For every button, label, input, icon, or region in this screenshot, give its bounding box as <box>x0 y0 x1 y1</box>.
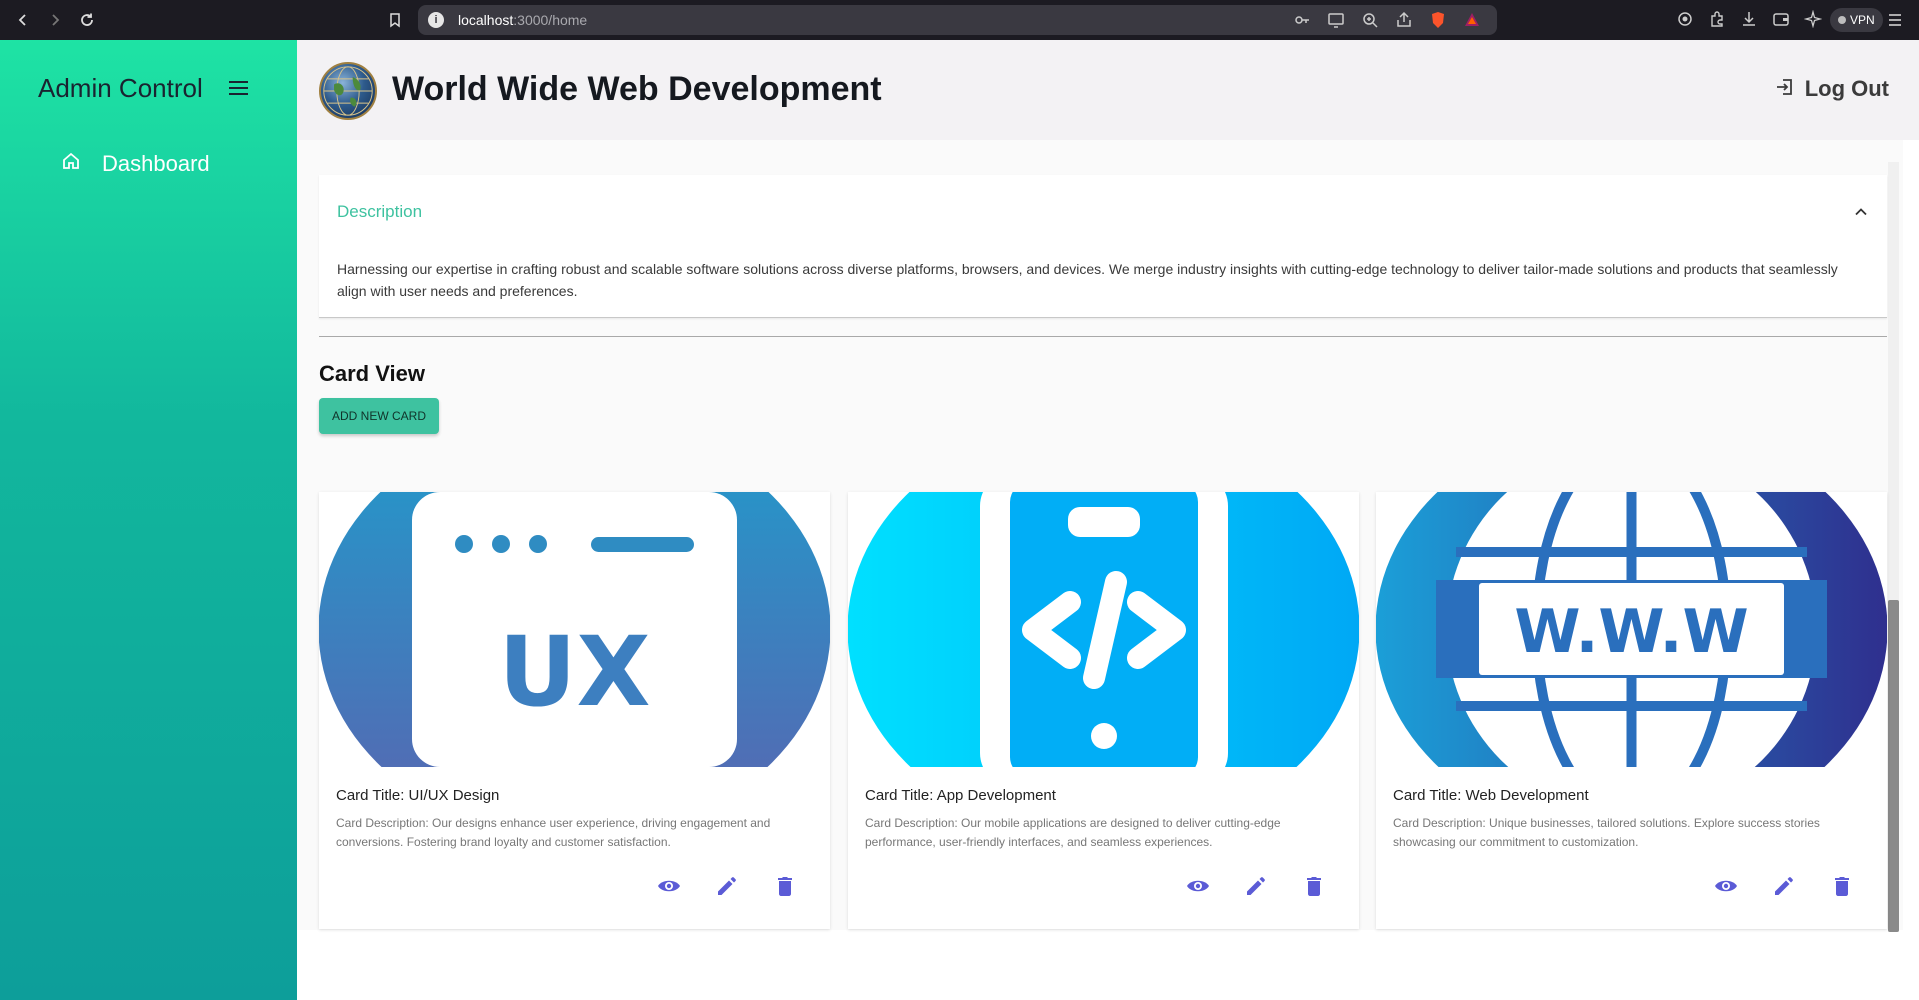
description-text: Harnessing our expertise in crafting rob… <box>337 261 1838 299</box>
card-description: Card Description: Unique businesses, tai… <box>1393 816 1820 849</box>
sidebar-item-dashboard[interactable]: Dashboard <box>60 150 210 177</box>
logout-icon <box>1775 77 1795 102</box>
delete-trash-icon[interactable] <box>773 874 797 898</box>
globe-logo <box>319 62 377 120</box>
card-title: Card Title: Web Development <box>1393 787 1589 804</box>
share-icon[interactable] <box>1395 11 1413 29</box>
forward-icon[interactable] <box>46 11 64 29</box>
extension-target-icon[interactable] <box>1676 10 1694 28</box>
url-text: localhost:3000/home <box>458 12 588 28</box>
vpn-button[interactable]: VPN <box>1830 8 1883 32</box>
back-icon[interactable] <box>14 11 32 29</box>
view-eye-icon[interactable] <box>1186 874 1210 898</box>
downloads-icon[interactable] <box>1740 10 1758 28</box>
site-info-icon[interactable]: i <box>428 12 444 28</box>
card-description: Card Description: Our mobile application… <box>865 816 1281 849</box>
brave-rewards-icon[interactable] <box>1463 11 1481 29</box>
ux-icon-text: UX <box>499 616 651 728</box>
chevron-up-icon[interactable] <box>1853 204 1869 220</box>
view-eye-icon[interactable] <box>657 874 681 898</box>
card-description: Card Description: Our designs enhance us… <box>336 816 771 849</box>
leo-ai-icon[interactable] <box>1803 9 1823 29</box>
card-app: Card Title: App Development Card Descrip… <box>848 492 1359 929</box>
accordion-title[interactable]: Description <box>337 202 422 222</box>
card-web: W.W.W Card Title: Web Development Card D… <box>1376 492 1887 929</box>
sidebar: Admin Control Dashboard <box>0 40 297 1000</box>
card-view-title: Card View <box>319 361 425 386</box>
edit-pencil-icon[interactable] <box>715 874 739 898</box>
app-header: World Wide Web Development Log Out <box>297 40 1919 140</box>
key-icon[interactable] <box>1293 11 1311 29</box>
browser-menu-icon[interactable] <box>1886 11 1904 29</box>
delete-trash-icon[interactable] <box>1302 874 1326 898</box>
home-icon <box>60 150 82 177</box>
cast-icon[interactable] <box>1327 11 1345 29</box>
reload-icon[interactable] <box>78 11 96 29</box>
address-bar[interactable]: i localhost:3000/home <box>418 5 1497 35</box>
card-title: Card Title: UI/UX Design <box>336 787 500 804</box>
sidebar-item-label: Dashboard <box>102 150 210 176</box>
page-title: World Wide Web Development <box>392 70 882 108</box>
logout-label: Log Out <box>1804 76 1889 101</box>
edit-pencil-icon[interactable] <box>1244 874 1268 898</box>
card-title: Card Title: App Development <box>865 787 1056 804</box>
ux-window-icon: UX <box>319 492 830 767</box>
add-new-card-button[interactable]: ADD NEW CARD <box>319 398 439 434</box>
sidebar-title: Admin Control <box>38 73 203 103</box>
card-ux: UX Card Title: UI/UX Design Card Descrip… <box>319 492 830 929</box>
browser-toolbar: i localhost:3000/home VPN <box>0 0 1919 40</box>
brave-shield-icon[interactable] <box>1429 11 1447 29</box>
extensions-icon[interactable] <box>1708 10 1726 28</box>
logout-button[interactable]: Log Out <box>1775 76 1889 102</box>
www-icon-text: W.W.W <box>1514 597 1748 667</box>
description-accordion: Description Harnessing our expertise in … <box>319 175 1887 318</box>
hamburger-menu-icon[interactable] <box>229 81 248 95</box>
edit-pencil-icon[interactable] <box>1772 874 1796 898</box>
wallet-icon[interactable] <box>1772 10 1790 28</box>
delete-trash-icon[interactable] <box>1830 874 1854 898</box>
scrollbar-thumb[interactable] <box>1888 600 1899 932</box>
view-eye-icon[interactable] <box>1714 874 1738 898</box>
mobile-code-icon <box>848 492 1359 767</box>
zoom-icon[interactable] <box>1361 11 1379 29</box>
globe-www-icon: W.W.W <box>1376 492 1887 767</box>
section-divider <box>319 336 1887 337</box>
bookmark-icon[interactable] <box>386 11 404 29</box>
